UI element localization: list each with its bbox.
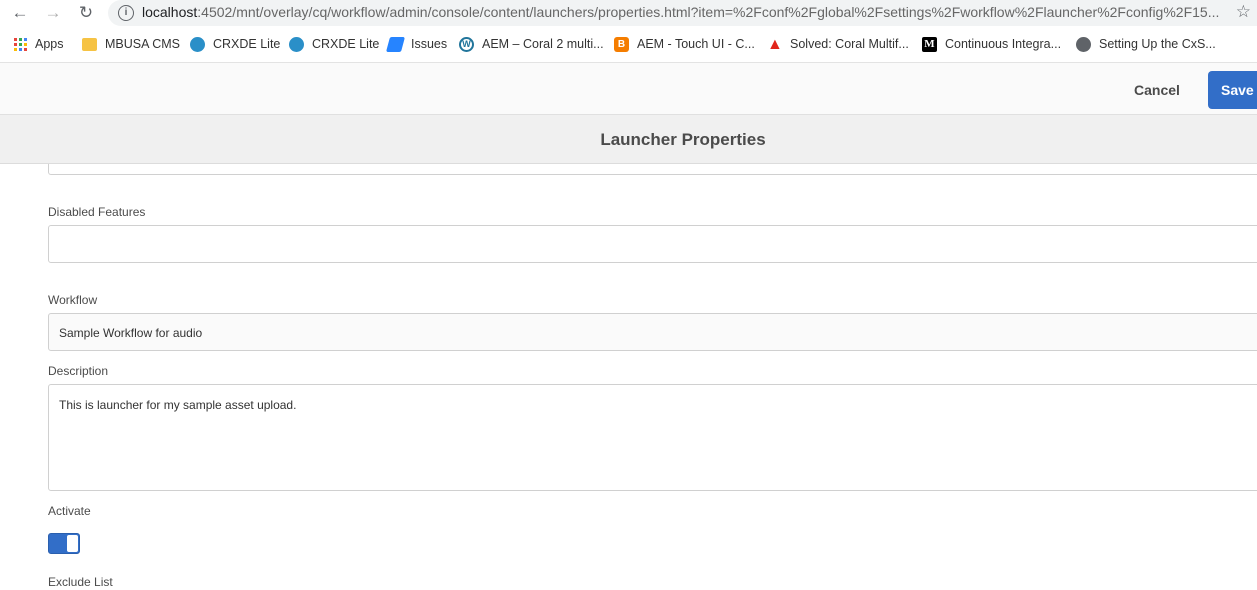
globe-icon <box>1076 36 1091 52</box>
bookmark-aem-touch-ui[interactable]: B AEM - Touch UI - C... <box>614 35 755 53</box>
bookmarks-bar: Apps MBUSA CMS CRXDE Lite CRXDE Lite Iss… <box>0 30 1257 58</box>
description-label: Description <box>48 364 109 378</box>
activate-toggle[interactable] <box>48 533 80 554</box>
description-textarea[interactable]: This is launcher for my sample asset upl… <box>48 384 1257 491</box>
bookmark-label: CRXDE Lite <box>213 37 281 51</box>
bookmark-mbusa-cms[interactable]: MBUSA CMS <box>82 35 180 53</box>
reload-icon[interactable]: ↻ <box>76 3 96 23</box>
bookmark-label: Solved: Coral Multif... <box>790 37 909 51</box>
bookmark-label: CRXDE Lite <box>312 37 380 51</box>
cancel-button[interactable]: Cancel <box>1118 75 1196 105</box>
activate-label: Activate <box>48 504 91 518</box>
medium-icon: M <box>922 36 937 52</box>
save-and-close-button[interactable]: Save & <box>1208 71 1257 109</box>
workflow-value: Sample Workflow for audio <box>59 326 203 340</box>
bookmark-label: Issues <box>411 37 448 51</box>
exclude-list-label: Exclude List <box>48 575 113 589</box>
forward-arrow-icon[interactable]: → <box>43 3 63 23</box>
page-title-bar: Launcher Properties <box>0 115 1257 164</box>
description-value: This is launcher for my sample asset upl… <box>59 398 297 412</box>
back-arrow-icon[interactable]: ← <box>10 3 30 23</box>
blogger-icon: B <box>614 36 629 52</box>
info-icon[interactable]: i <box>118 5 134 21</box>
apps-grid-icon <box>14 37 27 51</box>
browser-address-row: ← → ↻ i localhost:4502/mnt/overlay/cq/wo… <box>0 0 1257 26</box>
bookmark-crxde-lite-1[interactable]: CRXDE Lite <box>190 35 280 53</box>
workflow-label: Workflow <box>48 293 98 307</box>
toggle-knob <box>67 535 78 552</box>
url-text: localhost:4502/mnt/overlay/cq/workflow/a… <box>142 4 1219 20</box>
partially-visible-field[interactable] <box>48 164 1257 175</box>
bookmark-label: AEM - Touch UI - C... <box>637 37 755 51</box>
bookmark-label: Apps <box>35 37 64 51</box>
bookmark-apps[interactable]: Apps <box>14 35 64 53</box>
page-title: Launcher Properties <box>600 130 766 149</box>
crxde-icon <box>190 36 205 52</box>
bookmark-setting-up[interactable]: Setting Up the CxS... <box>1076 35 1216 53</box>
bookmark-solved-coral[interactable]: ▲ Solved: Coral Multif... <box>767 35 909 53</box>
bookmark-label: AEM – Coral 2 multi... <box>482 37 604 51</box>
address-bar[interactable]: i localhost:4502/mnt/overlay/cq/workflow… <box>108 0 1257 26</box>
bookmark-label: Continuous Integra... <box>945 37 1062 51</box>
disabled-features-label: Disabled Features <box>48 205 146 219</box>
url-path: :4502/mnt/overlay/cq/workflow/admin/cons… <box>197 4 1220 20</box>
bookmark-issues[interactable]: Issues <box>385 35 448 53</box>
adobe-icon: ▲ <box>767 35 783 53</box>
crxde-icon <box>289 36 304 52</box>
wordpress-icon: W <box>459 36 474 52</box>
bookmark-star-icon[interactable]: ☆ <box>1236 2 1251 22</box>
workflow-select[interactable]: Sample Workflow for audio <box>48 313 1257 351</box>
page: ← → ↻ i localhost:4502/mnt/overlay/cq/wo… <box>0 0 1257 590</box>
folder-icon <box>82 37 97 51</box>
action-bar: Cancel Save & <box>0 62 1257 115</box>
url-host: localhost <box>142 4 198 20</box>
bookmark-aem-coral-2[interactable]: W AEM – Coral 2 multi... <box>459 35 604 53</box>
bookmark-label: Setting Up the CxS... <box>1099 37 1216 51</box>
bookmark-label: MBUSA CMS <box>105 37 181 51</box>
bookmark-crxde-lite-2[interactable]: CRXDE Lite <box>289 35 379 53</box>
bookmark-continuous-integra[interactable]: M Continuous Integra... <box>922 35 1061 53</box>
launcher-properties-form: Disabled Features Workflow Sample Workfl… <box>0 164 1257 590</box>
jira-icon <box>385 36 406 52</box>
disabled-features-field[interactable] <box>48 225 1257 263</box>
